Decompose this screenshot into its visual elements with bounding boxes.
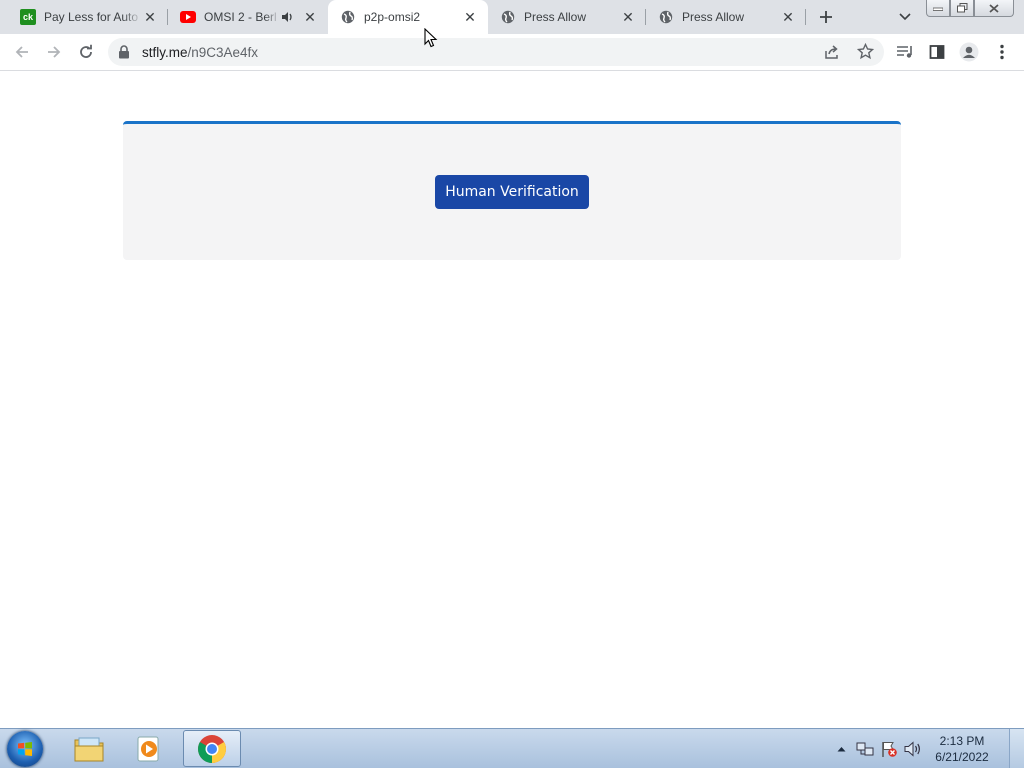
mouse-cursor-icon — [424, 28, 438, 48]
forward-button[interactable] — [40, 38, 68, 66]
folder-icon — [74, 737, 104, 761]
tab-title: Press Allow — [524, 10, 587, 24]
avatar-icon — [959, 42, 979, 62]
globe-icon — [500, 9, 516, 25]
close-window-button[interactable] — [974, 0, 1014, 17]
chevron-down-icon — [899, 13, 911, 21]
minimize-icon — [933, 7, 943, 11]
arrow-right-icon — [48, 46, 61, 58]
start-button[interactable] — [7, 731, 43, 767]
window-controls — [926, 0, 1014, 17]
tab-pay-less[interactable]: ck Pay Less for Auto ✕ — [0, 0, 168, 34]
reload-icon — [80, 44, 92, 58]
human-verification-button[interactable]: Human Verification — [435, 175, 589, 209]
url-path: /n9C3Ae4fx — [187, 45, 259, 60]
tab-p2p-omsi2[interactable]: p2p-omsi2 ✕ — [328, 0, 488, 34]
clock-time: 2:13 PM — [939, 733, 985, 748]
media-control-button[interactable] — [891, 38, 919, 66]
close-icon — [989, 3, 999, 13]
tab-omsi-youtube[interactable]: OMSI 2 - Berl ✕ — [168, 0, 328, 34]
speaker-icon[interactable] — [280, 10, 294, 24]
system-clock[interactable]: 2:13 PM 6/21/2022 — [927, 733, 997, 765]
close-icon[interactable]: ✕ — [302, 9, 318, 25]
address-bar[interactable]: stfly.me/n9C3Ae4fx — [108, 38, 884, 66]
taskbar-chrome[interactable] — [183, 730, 241, 767]
back-button[interactable] — [8, 38, 36, 66]
tab-title: Pay Less for Auto — [44, 10, 139, 24]
close-icon[interactable]: ✕ — [462, 9, 478, 25]
side-panel-icon — [929, 45, 945, 59]
restore-icon — [956, 3, 967, 13]
tab-press-allow-1[interactable]: Press Allow ✕ — [488, 0, 646, 34]
tab-search-button[interactable] — [894, 6, 916, 28]
arrow-left-icon — [15, 46, 28, 58]
lock-icon[interactable] — [118, 45, 130, 64]
close-icon[interactable]: ✕ — [780, 9, 796, 25]
media-player-icon — [137, 736, 159, 761]
chrome-icon — [198, 734, 226, 763]
tab-title: p2p-omsi2 — [364, 10, 421, 24]
new-tab-button[interactable] — [814, 6, 838, 28]
tab-separator — [805, 9, 806, 25]
network-icon[interactable] — [855, 739, 875, 759]
profile-button[interactable] — [955, 38, 983, 66]
globe-icon — [658, 9, 674, 25]
media-queue-icon — [897, 46, 912, 58]
browser-toolbar: stfly.me/n9C3Ae4fx — [0, 34, 1024, 71]
show-hidden-icons-icon[interactable] — [831, 739, 851, 759]
taskbar-explorer[interactable] — [60, 730, 118, 767]
globe-icon — [340, 9, 356, 25]
close-icon[interactable]: ✕ — [142, 9, 158, 25]
tab-title: Press Allow — [682, 10, 745, 24]
clock-date: 6/21/2022 — [935, 749, 989, 764]
minimize-button[interactable] — [926, 0, 950, 17]
menu-button[interactable] — [988, 38, 1016, 66]
windows-logo-icon — [18, 742, 32, 756]
kebab-menu-icon — [1000, 44, 1004, 60]
verification-card: Human Verification — [123, 121, 901, 260]
star-icon[interactable] — [856, 42, 875, 65]
restore-button[interactable] — [950, 0, 974, 17]
plus-icon — [820, 11, 832, 23]
windows-taskbar: 2:13 PM 6/21/2022 — [0, 728, 1024, 768]
youtube-icon — [180, 9, 196, 25]
action-center-flag-icon[interactable] — [879, 739, 899, 759]
taskbar-media-player[interactable] — [120, 730, 178, 767]
side-panel-button[interactable] — [923, 38, 951, 66]
tab-press-allow-2[interactable]: Press Allow ✕ — [646, 0, 806, 34]
reload-button[interactable] — [72, 38, 100, 66]
url-text: stfly.me/n9C3Ae4fx — [142, 45, 258, 60]
share-icon[interactable] — [824, 44, 840, 65]
ck-logo-icon: ck — [20, 9, 36, 25]
volume-icon[interactable] — [903, 739, 923, 759]
tab-title: OMSI 2 - Berl — [204, 10, 277, 24]
close-icon[interactable]: ✕ — [620, 9, 636, 25]
system-tray: 2:13 PM 6/21/2022 — [831, 729, 1024, 768]
tab-strip: ck Pay Less for Auto ✕ OMSI 2 - Berl ✕ p… — [0, 0, 1024, 34]
url-domain: stfly.me — [142, 45, 188, 60]
show-desktop-button[interactable] — [1009, 729, 1024, 768]
